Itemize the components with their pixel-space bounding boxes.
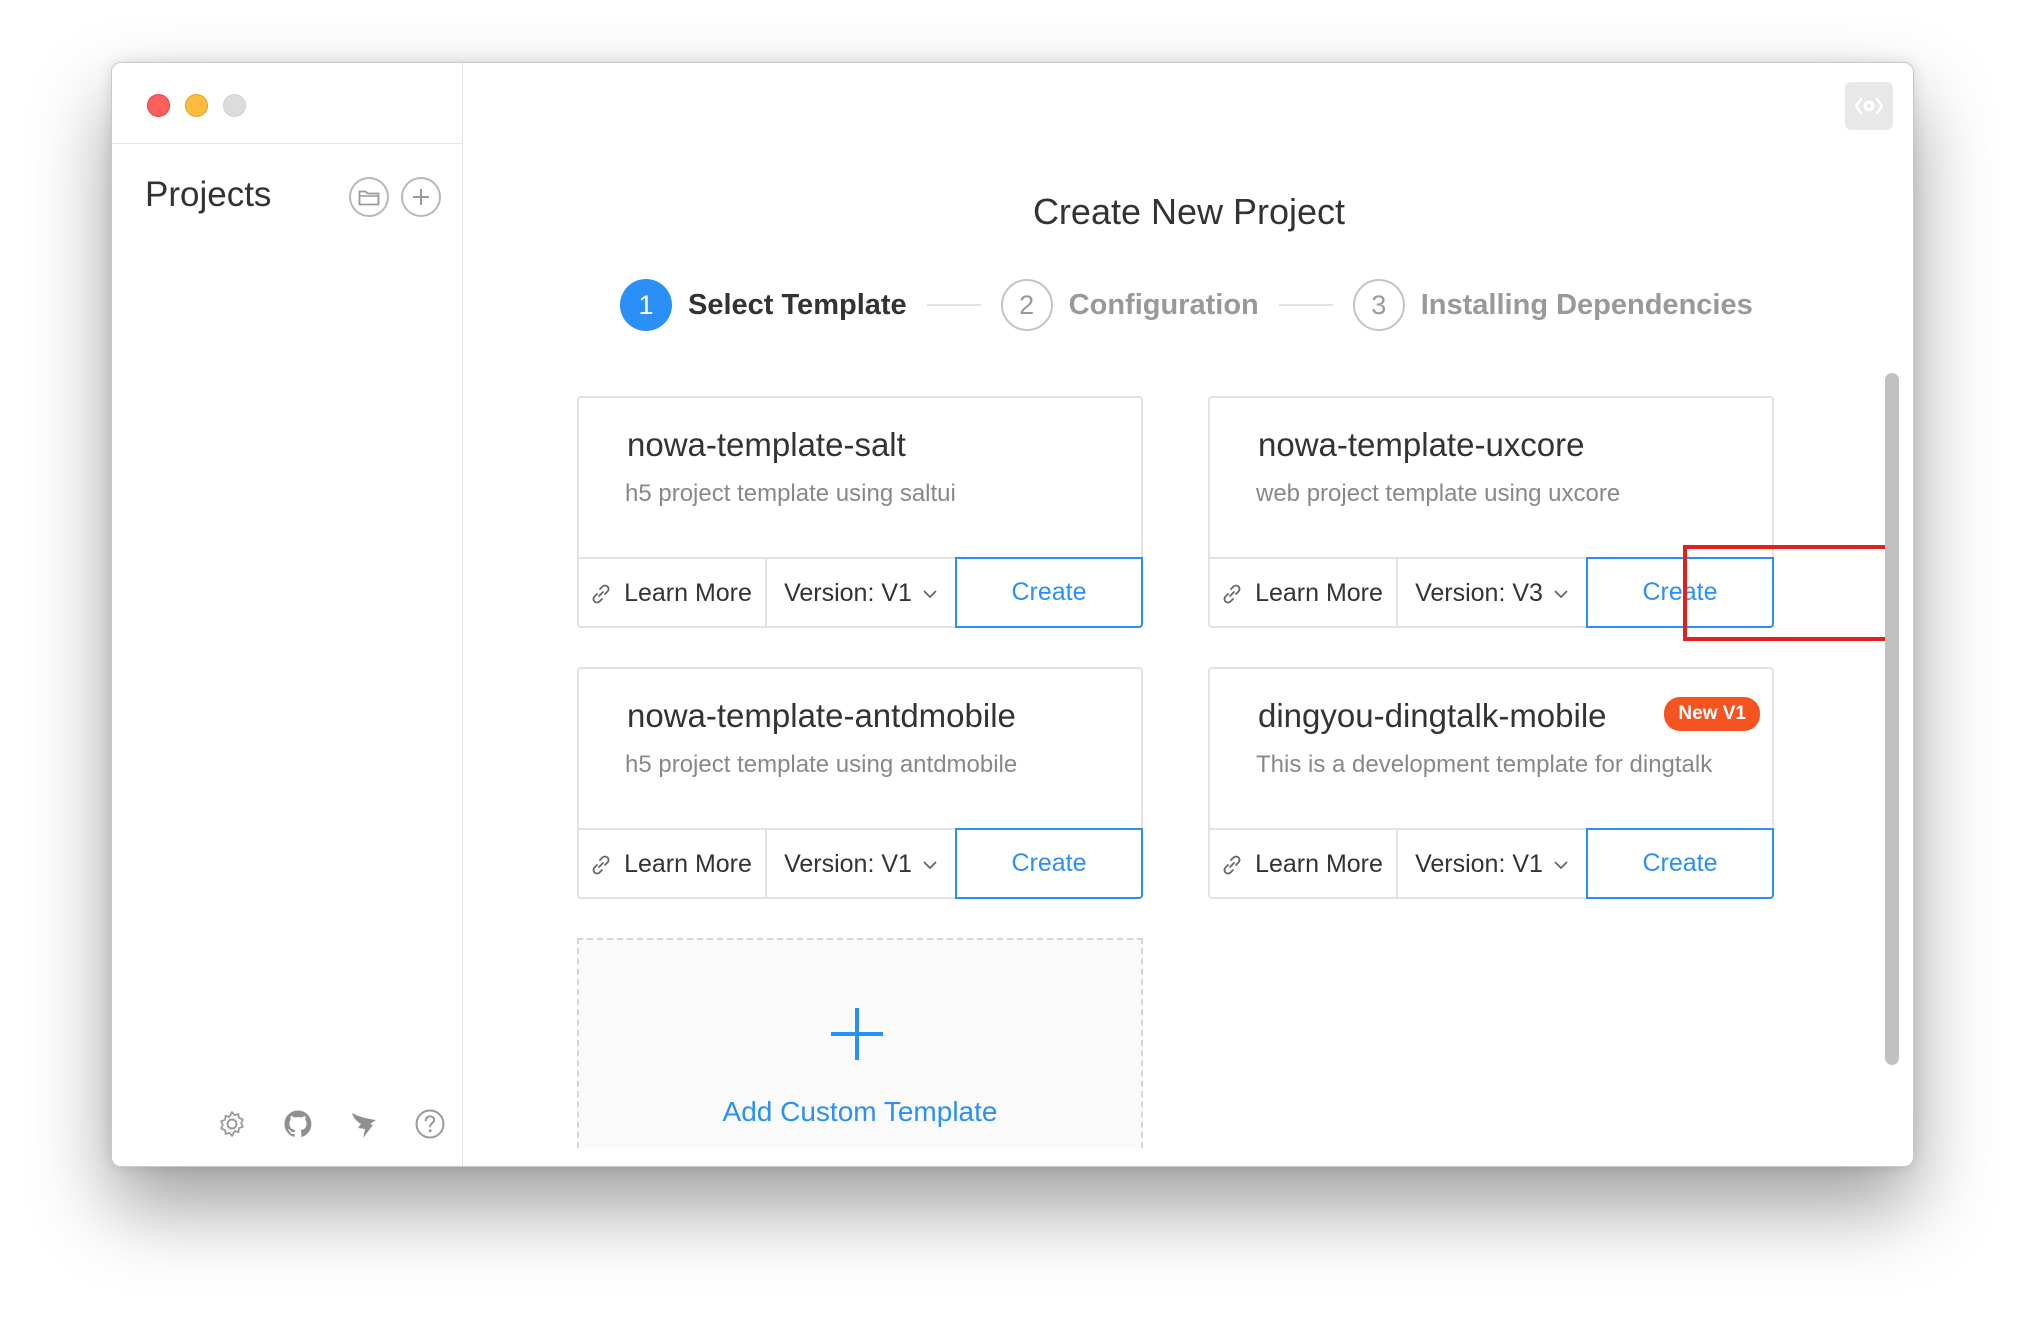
close-window-button[interactable] [147,94,170,117]
chevron-down-icon [923,860,937,869]
version-select[interactable]: Version: V3 [1398,559,1586,628]
chevron-down-icon [1554,589,1568,598]
add-custom-template-label: Add Custom Template [722,1096,998,1127]
template-card-dingtalk: dingyou-dingtalk-mobile New V1 This is a… [1208,667,1774,899]
step-label: Configuration [1068,288,1259,321]
learn-more-button[interactable]: Learn More [577,559,767,628]
template-name: nowa-template-uxcore [1258,426,1585,463]
page-title: Create New Project [1032,191,1346,232]
template-card-salt: nowa-template-salt h5 project template u… [577,396,1143,628]
new-version-badge: New V1 [1664,697,1760,731]
step-number: 1 [620,279,672,331]
learn-more-label: Learn More [1255,579,1383,607]
step-label: Select Template [688,288,907,321]
template-name: dingyou-dingtalk-mobile [1258,697,1607,734]
plus-icon [831,1008,883,1060]
gear-icon [220,1111,244,1137]
learn-more-button[interactable]: Learn More [1208,830,1398,899]
dingtalk-button[interactable] [346,1106,382,1142]
create-button[interactable]: Create [955,557,1143,628]
sidebar-footer [214,1106,448,1142]
card-actions: Learn More Version: V1 Create [1208,828,1774,899]
step-installing-dependencies: 3 Installing Dependencies [1352,279,1753,331]
learn-more-label: Learn More [624,579,752,607]
link-icon [592,584,610,603]
code-settings-icon [1854,97,1884,115]
github-icon [284,1110,312,1137]
step-connector [1278,304,1333,306]
scrollbar[interactable] [1885,373,1899,1065]
top-settings-button[interactable] [1845,82,1893,130]
template-name: nowa-template-salt [627,426,906,463]
step-configuration: 2 Configuration [1000,279,1259,331]
learn-more-button[interactable]: Learn More [1208,559,1398,628]
sidebar: Projects [112,63,463,1166]
template-description: h5 project template using saltui [625,480,956,507]
step-indicator: 1 Select Template 2 Configuration 3 Inst… [620,279,1753,331]
github-button[interactable] [280,1106,316,1142]
version-select[interactable]: Version: V1 [767,559,955,628]
step-number: 2 [1000,279,1053,331]
template-name: nowa-template-antdmobile [627,697,1016,734]
version-select[interactable]: Version: V1 [1398,830,1586,899]
window-controls [147,94,246,117]
chevron-down-icon [923,589,937,598]
minimize-window-button[interactable] [185,94,208,117]
create-button[interactable]: Create [1586,828,1774,899]
link-icon [1223,855,1241,874]
bird-icon [352,1113,376,1138]
sidebar-divider [112,143,462,144]
folder-icon [358,190,380,206]
projects-title: Projects [145,175,272,214]
step-select-template: 1 Select Template [620,279,907,331]
template-description: This is a development template for dingt… [1256,751,1713,778]
version-label: Version: V3 [1415,579,1543,607]
create-button[interactable]: Create [955,828,1143,899]
highlight-box [1683,545,1889,641]
help-icon [415,1109,445,1139]
link-icon [1223,584,1241,603]
version-label: Version: V1 [784,579,912,607]
card-actions: Learn More Version: V1 Create [577,828,1143,899]
version-label: Version: V1 [784,850,912,878]
step-label: Installing Dependencies [1420,288,1753,321]
template-card-antdmobile: nowa-template-antdmobile h5 project temp… [577,667,1143,899]
template-description: h5 project template using antdmobile [625,751,1018,778]
version-label: Version: V1 [1415,850,1543,878]
learn-more-label: Learn More [624,850,752,878]
learn-more-button[interactable]: Learn More [577,830,767,899]
app-window: Projects Create New Project 1 Select Tem… [111,62,1914,1167]
add-custom-template-button[interactable]: Add Custom Template [577,938,1143,1148]
template-description: web project template using uxcore [1256,480,1621,507]
link-icon [592,855,610,874]
plus-icon [413,189,429,205]
card-actions: Learn More Version: V1 Create [577,557,1143,628]
help-button[interactable] [412,1106,448,1142]
step-connector [926,304,981,306]
chevron-down-icon [1554,860,1568,869]
step-number: 3 [1352,279,1405,331]
maximize-window-button[interactable] [223,94,246,117]
open-folder-button[interactable] [349,177,389,217]
add-project-button[interactable] [401,177,441,217]
learn-more-label: Learn More [1255,850,1383,878]
version-select[interactable]: Version: V1 [767,830,955,899]
main-panel: Create New Project 1 Select Template 2 C… [463,63,1913,1166]
settings-footer-button[interactable] [214,1106,250,1142]
